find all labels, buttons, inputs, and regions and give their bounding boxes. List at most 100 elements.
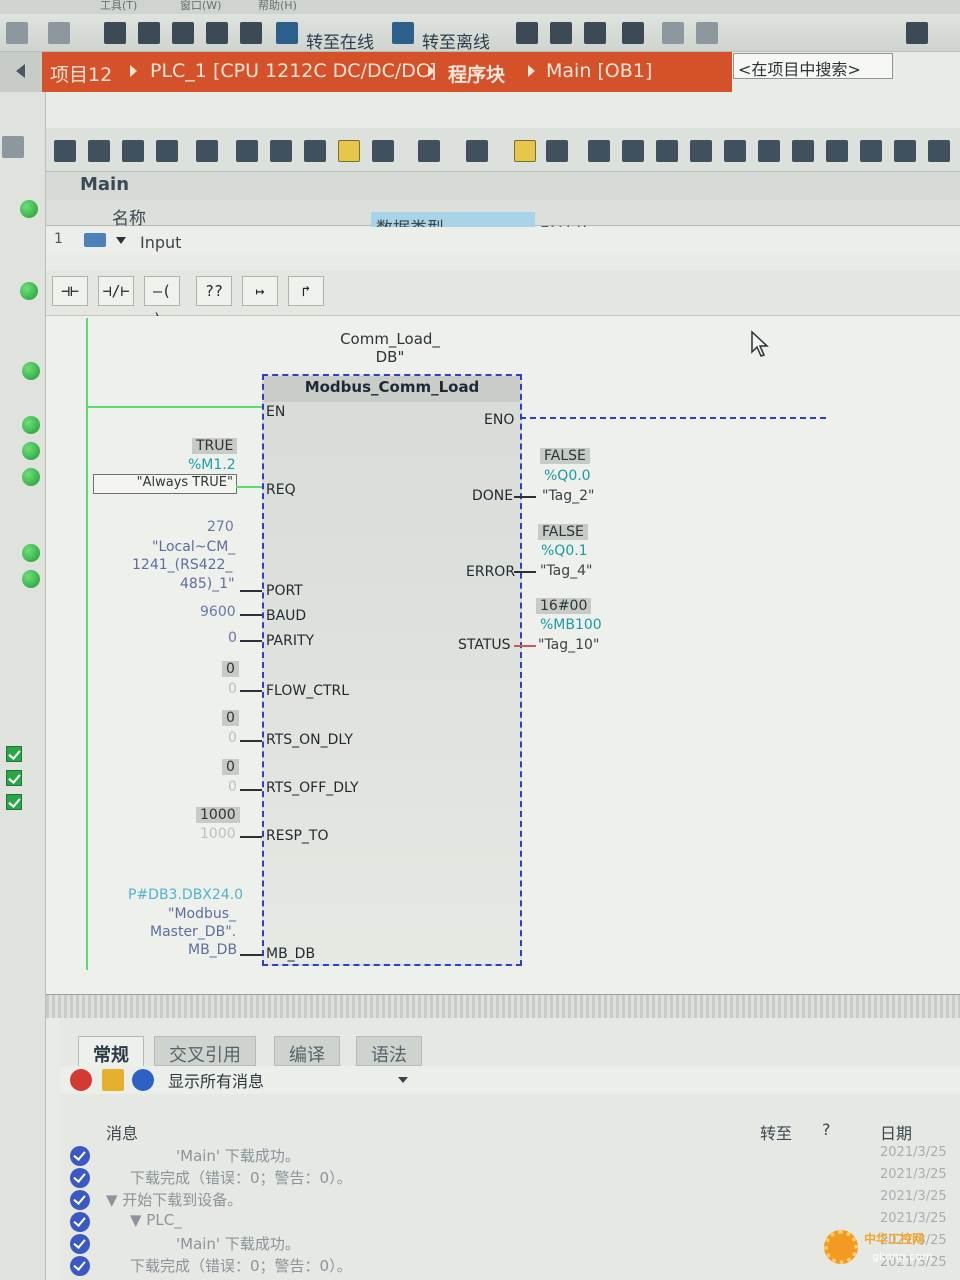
close-branch-button[interactable]: ↱ bbox=[288, 276, 324, 306]
no-contact-button[interactable]: ⊣⊢ bbox=[52, 276, 88, 306]
split-vertical-icon[interactable] bbox=[696, 22, 718, 44]
project-tree-icon[interactable] bbox=[2, 136, 24, 158]
menu-item-tools[interactable]: 工具(T) bbox=[100, 0, 137, 13]
done-tag[interactable]: "Tag_2" bbox=[542, 488, 595, 504]
monitor-icon[interactable] bbox=[418, 140, 440, 162]
col-name[interactable]: 名称 bbox=[112, 204, 146, 229]
tab-syntax[interactable]: 语法 bbox=[356, 1036, 422, 1066]
breadcrumb-program-blocks[interactable]: 程序块 bbox=[448, 60, 505, 87]
split-horizontal-icon[interactable] bbox=[662, 22, 684, 44]
go-online-icon[interactable] bbox=[276, 22, 298, 44]
close-all-networks-icon[interactable] bbox=[270, 140, 292, 162]
coil-button[interactable]: –( )– bbox=[144, 276, 180, 328]
menu-item-help[interactable]: 帮助(H) bbox=[258, 0, 297, 13]
start-cpu-icon[interactable] bbox=[550, 22, 572, 44]
pin-eno: ENO bbox=[484, 412, 515, 428]
cross-ref-icon[interactable] bbox=[622, 22, 644, 44]
modbus-comm-load-block[interactable] bbox=[262, 374, 522, 966]
menu-item-window[interactable]: 窗口(W) bbox=[180, 0, 221, 13]
port-tag-line2[interactable]: 1241_(RS422_ bbox=[132, 557, 232, 573]
breadcrumb-back[interactable] bbox=[0, 52, 42, 92]
warning-filter-icon[interactable] bbox=[102, 1069, 124, 1091]
error-filter-icon[interactable] bbox=[70, 1069, 92, 1091]
breadcrumb-project[interactable]: 项目12 bbox=[50, 60, 112, 87]
step-icon[interactable] bbox=[622, 140, 644, 162]
tab-cross-references[interactable]: 交叉引用 bbox=[154, 1036, 256, 1066]
status-tag[interactable]: "Tag_10" bbox=[538, 637, 599, 653]
search-input[interactable]: <在项目中搜索> bbox=[733, 53, 893, 79]
search-project-icon[interactable] bbox=[906, 22, 928, 44]
list-item[interactable]: 'Main' 下载成功。 2021/3/25 bbox=[60, 1144, 960, 1166]
undo-icon[interactable] bbox=[6, 22, 28, 44]
previous-error-icon[interactable] bbox=[758, 140, 780, 162]
tab-compile[interactable]: 编译 bbox=[274, 1036, 340, 1066]
resp-to-param[interactable]: 1000 bbox=[200, 826, 236, 842]
stop-cpu-icon[interactable] bbox=[584, 22, 606, 44]
mb-db-tag-line2[interactable]: Master_DB". bbox=[150, 924, 236, 940]
start-sim-icon[interactable] bbox=[240, 22, 262, 44]
list-item[interactable]: 下载完成（错误：0；警告：0）。 2021/3/25 bbox=[60, 1166, 960, 1188]
insert-row-icon[interactable] bbox=[122, 140, 144, 162]
absolute-address-icon[interactable] bbox=[304, 140, 326, 162]
breadcrumb-main-ob1[interactable]: Main [OB1] bbox=[546, 60, 652, 82]
insert-network-icon[interactable] bbox=[54, 140, 76, 162]
modify-icon[interactable] bbox=[656, 140, 678, 162]
info-filter-icon[interactable] bbox=[132, 1069, 154, 1091]
pin-status: STATUS bbox=[458, 637, 511, 653]
list-item[interactable]: ▼ 开始下载到设备。 2021/3/25 bbox=[60, 1188, 960, 1210]
compile-icon[interactable] bbox=[104, 22, 126, 44]
breakpoint-icon[interactable] bbox=[588, 140, 610, 162]
download-icon[interactable] bbox=[138, 22, 160, 44]
rts-off-dly-param[interactable]: 0 bbox=[228, 779, 237, 795]
go-to-icon[interactable] bbox=[724, 140, 746, 162]
redo-icon[interactable] bbox=[48, 22, 70, 44]
error-tag[interactable]: "Tag_4" bbox=[540, 563, 593, 579]
network-comments-icon[interactable] bbox=[338, 140, 360, 162]
call-environment-icon[interactable] bbox=[466, 140, 488, 162]
panel-splitter[interactable] bbox=[46, 994, 960, 1018]
col-question[interactable]: ? bbox=[822, 1120, 831, 1139]
simulation-icon[interactable] bbox=[206, 22, 228, 44]
reset-start-values-icon[interactable] bbox=[196, 140, 218, 162]
col-goto[interactable]: 转至 bbox=[760, 1120, 792, 1144]
success-icon bbox=[70, 1190, 90, 1210]
mb-db-tag-line1[interactable]: "Modbus_ bbox=[168, 906, 236, 922]
tab-general[interactable]: 常规 bbox=[78, 1036, 144, 1066]
delete-network-icon[interactable] bbox=[88, 140, 110, 162]
user-icon[interactable] bbox=[928, 140, 950, 162]
rts-on-dly-param[interactable]: 0 bbox=[228, 730, 237, 746]
port-tag-line3[interactable]: 485)_1" bbox=[180, 576, 235, 592]
interface-row-input[interactable]: 1 Input bbox=[46, 227, 960, 255]
monitoring-on-icon[interactable] bbox=[514, 140, 536, 162]
open-branch-button[interactable]: ↦ bbox=[242, 276, 278, 306]
force-icon[interactable] bbox=[690, 140, 712, 162]
empty-box-button[interactable]: ?? bbox=[196, 276, 232, 306]
watch-table-icon[interactable] bbox=[894, 140, 916, 162]
instance-db-label[interactable]: Comm_Load_ DB" bbox=[320, 330, 460, 366]
success-icon bbox=[70, 1146, 90, 1166]
req-tag[interactable]: "Always TRUE" bbox=[93, 474, 237, 494]
upload-icon[interactable] bbox=[172, 22, 194, 44]
outdent-icon[interactable] bbox=[860, 140, 882, 162]
port-tag-line1[interactable]: "Local~CM_ bbox=[152, 539, 235, 555]
open-all-networks-icon[interactable] bbox=[236, 140, 258, 162]
go-offline-icon[interactable] bbox=[392, 22, 414, 44]
go-online-button[interactable]: 转至在线 bbox=[306, 28, 374, 53]
go-offline-button[interactable]: 转至离线 bbox=[422, 28, 490, 53]
breadcrumb-plc[interactable]: PLC_1 [CPU 1212C DC/DC/DC] bbox=[150, 60, 437, 82]
next-error-icon[interactable] bbox=[792, 140, 814, 162]
favorites-icon[interactable] bbox=[372, 140, 394, 162]
nc-contact-button[interactable]: ⊣/⊢ bbox=[98, 276, 134, 306]
add-row-icon[interactable] bbox=[156, 140, 178, 162]
parity-value[interactable]: 0 bbox=[228, 630, 237, 646]
col-message[interactable]: 消息 bbox=[106, 1120, 138, 1144]
col-date[interactable]: 日期 bbox=[880, 1120, 912, 1144]
message-filter-select[interactable]: 显示所有消息 bbox=[164, 1068, 414, 1092]
accessible-devices-icon[interactable] bbox=[516, 22, 538, 44]
baud-value[interactable]: 9600 bbox=[200, 604, 236, 620]
mb-db-tag-line3[interactable]: MB_DB bbox=[188, 942, 237, 958]
indent-icon[interactable] bbox=[826, 140, 848, 162]
chevron-down-icon[interactable] bbox=[116, 237, 126, 244]
monitoring-toggle-icon[interactable] bbox=[546, 140, 568, 162]
flow-ctrl-param[interactable]: 0 bbox=[228, 681, 237, 697]
